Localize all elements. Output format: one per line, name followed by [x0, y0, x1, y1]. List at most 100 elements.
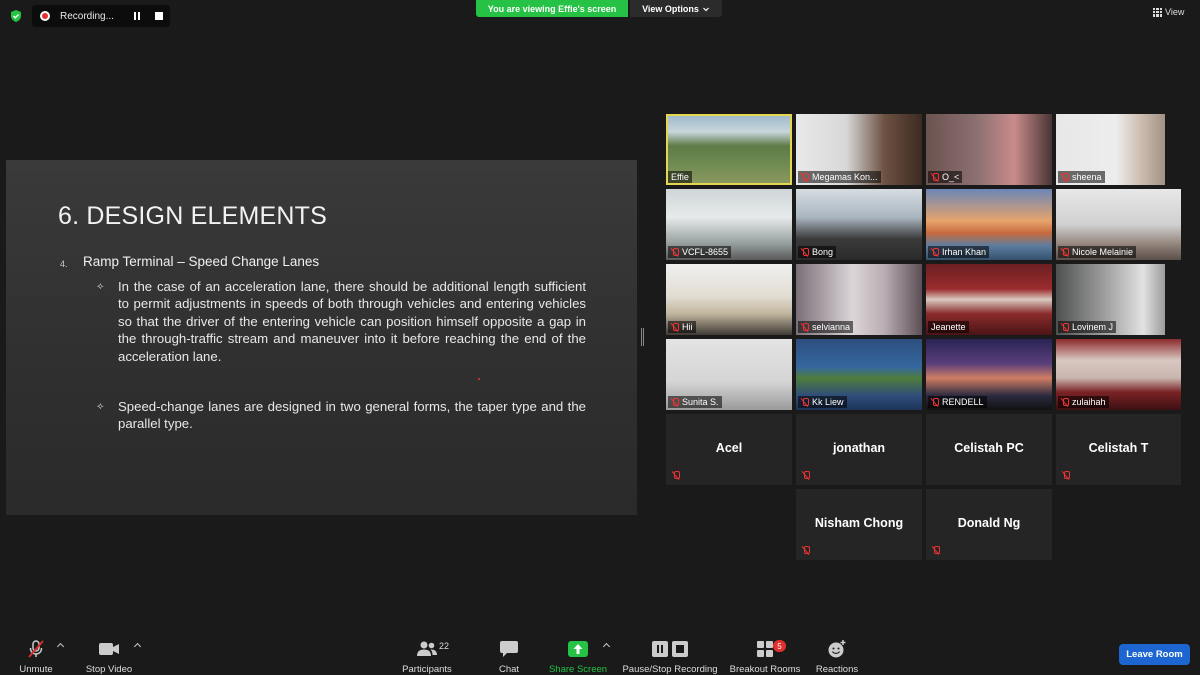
share-screen-button[interactable]: Share Screen: [548, 628, 608, 675]
leave-room-button[interactable]: Leave Room: [1119, 644, 1190, 665]
participant-tile[interactable]: Megamas Kon...: [796, 114, 922, 185]
muted-mic-icon: [931, 247, 939, 257]
muted-mic-icon: [931, 172, 939, 182]
unmute-button[interactable]: Unmute: [14, 628, 58, 675]
muted-mic-icon: [1061, 172, 1069, 182]
participant-name: O_<: [942, 172, 960, 182]
share-options-caret-icon[interactable]: [603, 642, 610, 649]
zoom-meeting-window: Recording... You are viewing Effie's scr…: [0, 0, 1200, 675]
pause-stop-recording-label: Pause/Stop Recording: [622, 664, 718, 675]
slide-paragraph: Speed-change lanes are designed in two g…: [118, 399, 586, 432]
stop-recording-icon[interactable]: [152, 9, 166, 23]
participant-tile[interactable]: Celistah PC: [926, 414, 1052, 485]
participant-name-tag: Sunita S.: [668, 396, 722, 408]
slide-title: 6. DESIGN ELEMENTS: [58, 202, 327, 230]
bullet-diamond-icon: ⟡: [97, 401, 104, 412]
muted-mic-icon: [1062, 471, 1070, 480]
muted-microphone-icon: [28, 640, 44, 658]
muted-mic-icon: [1061, 247, 1069, 257]
participant-tile[interactable]: Nisham Chong: [796, 489, 922, 560]
participant-name: Irhan Khan: [942, 247, 987, 257]
participant-tile[interactable]: Donald Ng: [926, 489, 1052, 560]
participant-name: zulaihah: [1072, 397, 1106, 407]
participant-tile[interactable]: Nicole Melainie: [1056, 189, 1181, 260]
participant-name: jonathan: [832, 441, 886, 455]
muted-mic-icon: [801, 247, 809, 257]
participants-count-badge: 22: [439, 641, 450, 651]
participant-name: Lovinem J: [1072, 322, 1114, 332]
participant-name-tag: Jeanette: [928, 321, 969, 333]
participant-tile[interactable]: Acel: [666, 414, 792, 485]
participant-tile[interactable]: O_<: [926, 114, 1052, 185]
security-shield-icon[interactable]: [9, 9, 23, 23]
pause-recording-icon[interactable]: [130, 9, 144, 23]
participant-name: Donald Ng: [957, 516, 1021, 530]
participant-name-tag: Bong: [798, 246, 837, 258]
participant-tile[interactable]: sheena: [1056, 114, 1165, 185]
breakout-rooms-label: Breakout Rooms: [729, 664, 801, 675]
audio-options-caret-icon[interactable]: [57, 642, 64, 649]
view-options-button[interactable]: View Options: [630, 0, 722, 17]
participant-tile[interactable]: Sunita S.: [666, 339, 792, 410]
reactions-button[interactable]: Reactions: [814, 628, 860, 675]
participant-tile[interactable]: Irhan Khan: [926, 189, 1052, 260]
shared-screen-slide: 6. DESIGN ELEMENTS 4. Ramp Terminal – Sp…: [6, 160, 637, 515]
recording-dot-icon: [40, 11, 50, 21]
participant-tile[interactable]: jonathan: [796, 414, 922, 485]
participant-tile[interactable]: Kk Liew: [796, 339, 922, 410]
participant-name: Hii: [682, 322, 693, 332]
participant-name: Celistah PC: [954, 441, 1024, 455]
pause-stop-recording-button[interactable]: Pause/Stop Recording: [620, 628, 720, 675]
participant-name-tag: Kk Liew: [798, 396, 847, 408]
panel-resize-handle[interactable]: [641, 328, 644, 346]
participant-tile[interactable]: Bong: [796, 189, 922, 260]
participant-tile[interactable]: RENDELL: [926, 339, 1052, 410]
view-button[interactable]: View: [1153, 7, 1184, 17]
participant-name: Nisham Chong: [814, 516, 904, 530]
participant-name: Acel: [715, 441, 743, 455]
chevron-down-icon: [702, 7, 709, 11]
chat-button[interactable]: Chat: [492, 628, 526, 675]
video-camera-icon: [99, 643, 119, 655]
participant-tile[interactable]: Effie: [666, 114, 792, 185]
participant-name-tag: selvianna: [798, 321, 854, 333]
pause-stop-recording-icon: [652, 641, 688, 657]
participant-name: Celistah T: [1088, 441, 1149, 455]
stop-video-button[interactable]: Stop Video: [82, 628, 136, 675]
participant-tile[interactable]: Celistah T: [1056, 414, 1181, 485]
participant-name-tag: Hii: [668, 321, 696, 333]
participant-tile[interactable]: Hii: [666, 264, 792, 335]
muted-mic-icon: [672, 471, 680, 480]
participants-icon: [417, 641, 437, 656]
participant-name-tag: VCFL-8655: [668, 246, 732, 258]
breakout-rooms-button[interactable]: Breakout Rooms: [727, 628, 803, 675]
muted-mic-icon: [1061, 397, 1069, 407]
participant-name: VCFL-8655: [682, 247, 729, 257]
laser-pointer-dot: [478, 378, 480, 380]
stop-video-label: Stop Video: [85, 664, 133, 675]
participant-tile[interactable]: Lovinem J: [1056, 264, 1165, 335]
muted-mic-icon: [671, 397, 679, 407]
share-screen-label: Share Screen: [548, 664, 608, 675]
participant-name: Nicole Melainie: [1072, 247, 1134, 257]
participant-name: selvianna: [812, 322, 851, 332]
participant-name-tag: O_<: [928, 171, 963, 183]
participant-name: Bong: [812, 247, 834, 257]
breakout-rooms-badge: 5: [773, 640, 786, 652]
muted-mic-icon: [802, 546, 810, 555]
participant-tile[interactable]: zulaihah: [1056, 339, 1181, 410]
bullet-diamond-icon: ⟡: [97, 281, 104, 292]
participants-label: Participants: [402, 664, 452, 675]
participant-tile[interactable]: Jeanette: [926, 264, 1052, 335]
participant-name: Megamas Kon...: [812, 172, 878, 182]
viewing-screen-banner: You are viewing Effie's screen: [476, 0, 628, 17]
view-options-label: View Options: [642, 3, 699, 14]
slide-heading: Ramp Terminal – Speed Change Lanes: [83, 254, 320, 269]
participant-tile[interactable]: selvianna: [796, 264, 922, 335]
participant-name-tag: RENDELL: [928, 396, 987, 408]
video-options-caret-icon[interactable]: [134, 642, 141, 649]
participant-name-tag: Nicole Melainie: [1058, 246, 1137, 258]
participants-button[interactable]: Participants: [399, 628, 455, 675]
participant-name-tag: Lovinem J: [1058, 321, 1117, 333]
participant-tile[interactable]: VCFL-8655: [666, 189, 792, 260]
